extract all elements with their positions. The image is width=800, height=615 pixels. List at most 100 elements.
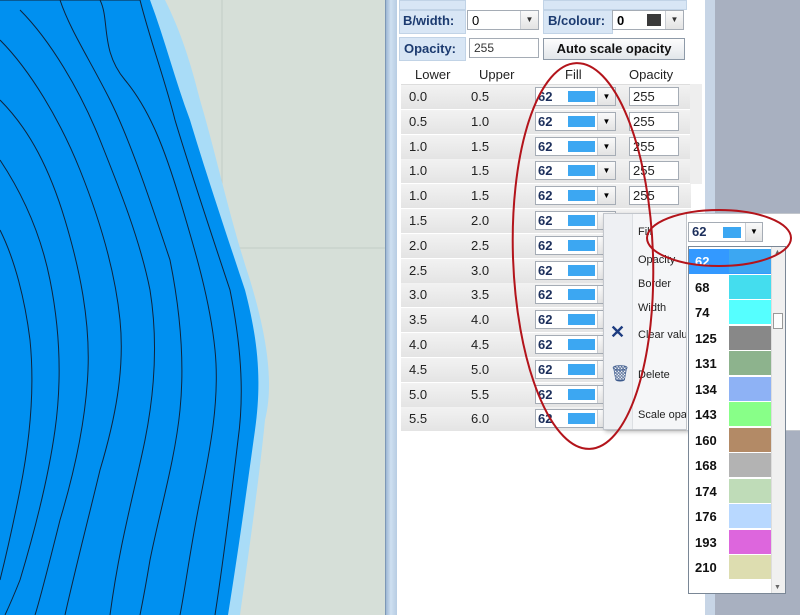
cell-upper[interactable]: 1.0: [471, 114, 489, 129]
cell-lower[interactable]: 3.5: [409, 312, 427, 327]
chevron-down-icon[interactable]: ▼: [597, 137, 615, 155]
map-view[interactable]: [0, 0, 385, 615]
menu-item-width[interactable]: Width: [638, 302, 666, 314]
table-row[interactable]: 1.0 1.5 62 ▼ 255: [401, 159, 691, 185]
cell-lower[interactable]: 1.0: [409, 163, 427, 178]
cell-upper[interactable]: 1.5: [471, 139, 489, 154]
dropdown-option[interactable]: 134: [689, 376, 771, 402]
dropdown-option[interactable]: 68: [689, 274, 771, 300]
dropdown-option[interactable]: 210: [689, 555, 771, 580]
col-header-upper[interactable]: Upper: [479, 67, 514, 82]
dropdown-option[interactable]: 62: [689, 249, 771, 274]
cell-lower[interactable]: 4.0: [409, 337, 427, 352]
dropdown-option[interactable]: 176: [689, 504, 771, 529]
fill-swatch: [568, 339, 595, 350]
dropdown-option[interactable]: 131: [689, 351, 771, 376]
menu-item-scale-opacity[interactable]: Scale opa: [638, 409, 687, 421]
dropdown-option[interactable]: 174: [689, 478, 771, 504]
opacity-cell[interactable]: 255: [629, 136, 679, 156]
cell-lower[interactable]: 2.0: [409, 238, 427, 253]
cell-lower[interactable]: 3.0: [409, 287, 427, 302]
chevron-down-icon[interactable]: ▼: [774, 584, 781, 591]
table-row[interactable]: 0.0 0.5 62 ▼ 255: [401, 85, 691, 110]
fill-swatch: [568, 363, 595, 375]
fill-combo[interactable]: 62 ▼: [688, 222, 763, 242]
chevron-down-icon[interactable]: ▼: [520, 11, 538, 29]
dropdown-option[interactable]: 143: [689, 402, 771, 427]
option-label: 62: [695, 254, 710, 269]
menu-item-opacity[interactable]: Opacity: [638, 254, 675, 266]
option-swatch: [729, 555, 771, 579]
fill-swatch: [568, 215, 595, 226]
cell-lower[interactable]: 1.0: [409, 139, 427, 154]
col-header-opacity[interactable]: Opacity: [629, 67, 673, 82]
option-label: 193: [695, 534, 717, 550]
option-label: 143: [695, 407, 717, 422]
col-header-fill[interactable]: Fill: [565, 67, 582, 82]
cell-lower[interactable]: 5.5: [409, 411, 427, 426]
opacity-cell[interactable]: 255: [629, 186, 679, 206]
fill-value: 62: [692, 224, 707, 239]
option-swatch: [729, 453, 771, 477]
fill-dropdown-list[interactable]: 62 68 74 125 131 134 143 160 168 174 176 193 210 ▲ ▼: [688, 246, 786, 594]
option-swatch: [729, 504, 771, 528]
chevron-down-icon[interactable]: ▼: [597, 162, 615, 180]
menu-item-delete[interactable]: Delete: [638, 369, 670, 381]
fill-value: 62: [538, 386, 553, 402]
opacity-cell[interactable]: 255: [629, 161, 679, 181]
chevron-down-icon[interactable]: ▼: [597, 187, 615, 205]
cell-upper[interactable]: 3.5: [471, 287, 489, 302]
cell-upper[interactable]: 4.0: [471, 312, 489, 327]
cell-upper[interactable]: 5.5: [471, 387, 489, 402]
table-row[interactable]: 1.0 1.5 62 ▼ 255: [401, 184, 691, 210]
auto-scale-opacity-button[interactable]: Auto scale opacity: [543, 38, 685, 60]
cell-lower[interactable]: 1.0: [409, 188, 427, 203]
chevron-up-icon[interactable]: ▲: [774, 249, 781, 256]
opacity-input[interactable]: 255: [469, 38, 539, 58]
dropdown-option[interactable]: 125: [689, 325, 771, 351]
menu-item-clear-values[interactable]: Clear valu: [638, 329, 688, 341]
menu-item-border[interactable]: Border: [638, 278, 671, 290]
chevron-down-icon[interactable]: ▼: [597, 112, 615, 130]
cell-lower[interactable]: 0.5: [409, 114, 427, 129]
fill-combo[interactable]: 62 ▼: [535, 161, 616, 181]
cell-lower[interactable]: 0.0: [409, 89, 427, 104]
scroll-thumb[interactable]: [773, 313, 783, 329]
fill-combo[interactable]: 62 ▼: [535, 186, 616, 206]
dropdown-option[interactable]: 193: [689, 529, 771, 555]
dropdown-option[interactable]: 168: [689, 453, 771, 478]
cell-upper[interactable]: 1.5: [471, 188, 489, 203]
fill-combo[interactable]: 62 ▼: [535, 87, 616, 106]
table-row[interactable]: 0.5 1.0 62 ▼ 255: [401, 109, 691, 135]
bwidth-combo[interactable]: 0 ▼: [467, 10, 539, 30]
cell-lower[interactable]: 5.0: [409, 387, 427, 402]
cell-lower[interactable]: 1.5: [409, 213, 427, 228]
cell-upper[interactable]: 2.5: [471, 238, 489, 253]
cell-upper[interactable]: 0.5: [471, 89, 489, 104]
dropdown-scrollbar[interactable]: ▲ ▼: [771, 247, 785, 593]
cell-upper[interactable]: 2.0: [471, 213, 489, 228]
cell-upper[interactable]: 4.5: [471, 337, 489, 352]
fill-combo[interactable]: 62 ▼: [535, 136, 616, 156]
menu-item-fill[interactable]: Fill: [638, 226, 652, 238]
cell-upper[interactable]: 3.0: [471, 263, 489, 278]
fill-combo[interactable]: 62 ▼: [535, 111, 616, 131]
cell-lower[interactable]: 4.5: [409, 362, 427, 377]
cell-upper[interactable]: 5.0: [471, 362, 489, 377]
fill-swatch: [568, 190, 595, 202]
chevron-down-icon[interactable]: ▼: [665, 11, 683, 29]
dropdown-option[interactable]: 160: [689, 427, 771, 453]
chevron-down-icon[interactable]: ▼: [745, 223, 762, 241]
cell-upper[interactable]: 6.0: [471, 411, 489, 426]
cell-upper[interactable]: 1.5: [471, 163, 489, 178]
table-row[interactable]: 1.0 1.5 62 ▼ 255: [401, 134, 691, 160]
fill-value: 62: [538, 312, 553, 328]
opacity-cell[interactable]: 255: [629, 111, 679, 131]
chevron-down-icon[interactable]: ▼: [597, 88, 615, 105]
col-header-lower[interactable]: Lower: [415, 67, 450, 82]
grid-scrollbar[interactable]: [690, 84, 702, 184]
cell-lower[interactable]: 2.5: [409, 263, 427, 278]
opacity-cell[interactable]: 255: [629, 87, 679, 106]
dropdown-option[interactable]: 74: [689, 300, 771, 325]
bcolour-combo[interactable]: 0 ▼: [612, 10, 684, 30]
